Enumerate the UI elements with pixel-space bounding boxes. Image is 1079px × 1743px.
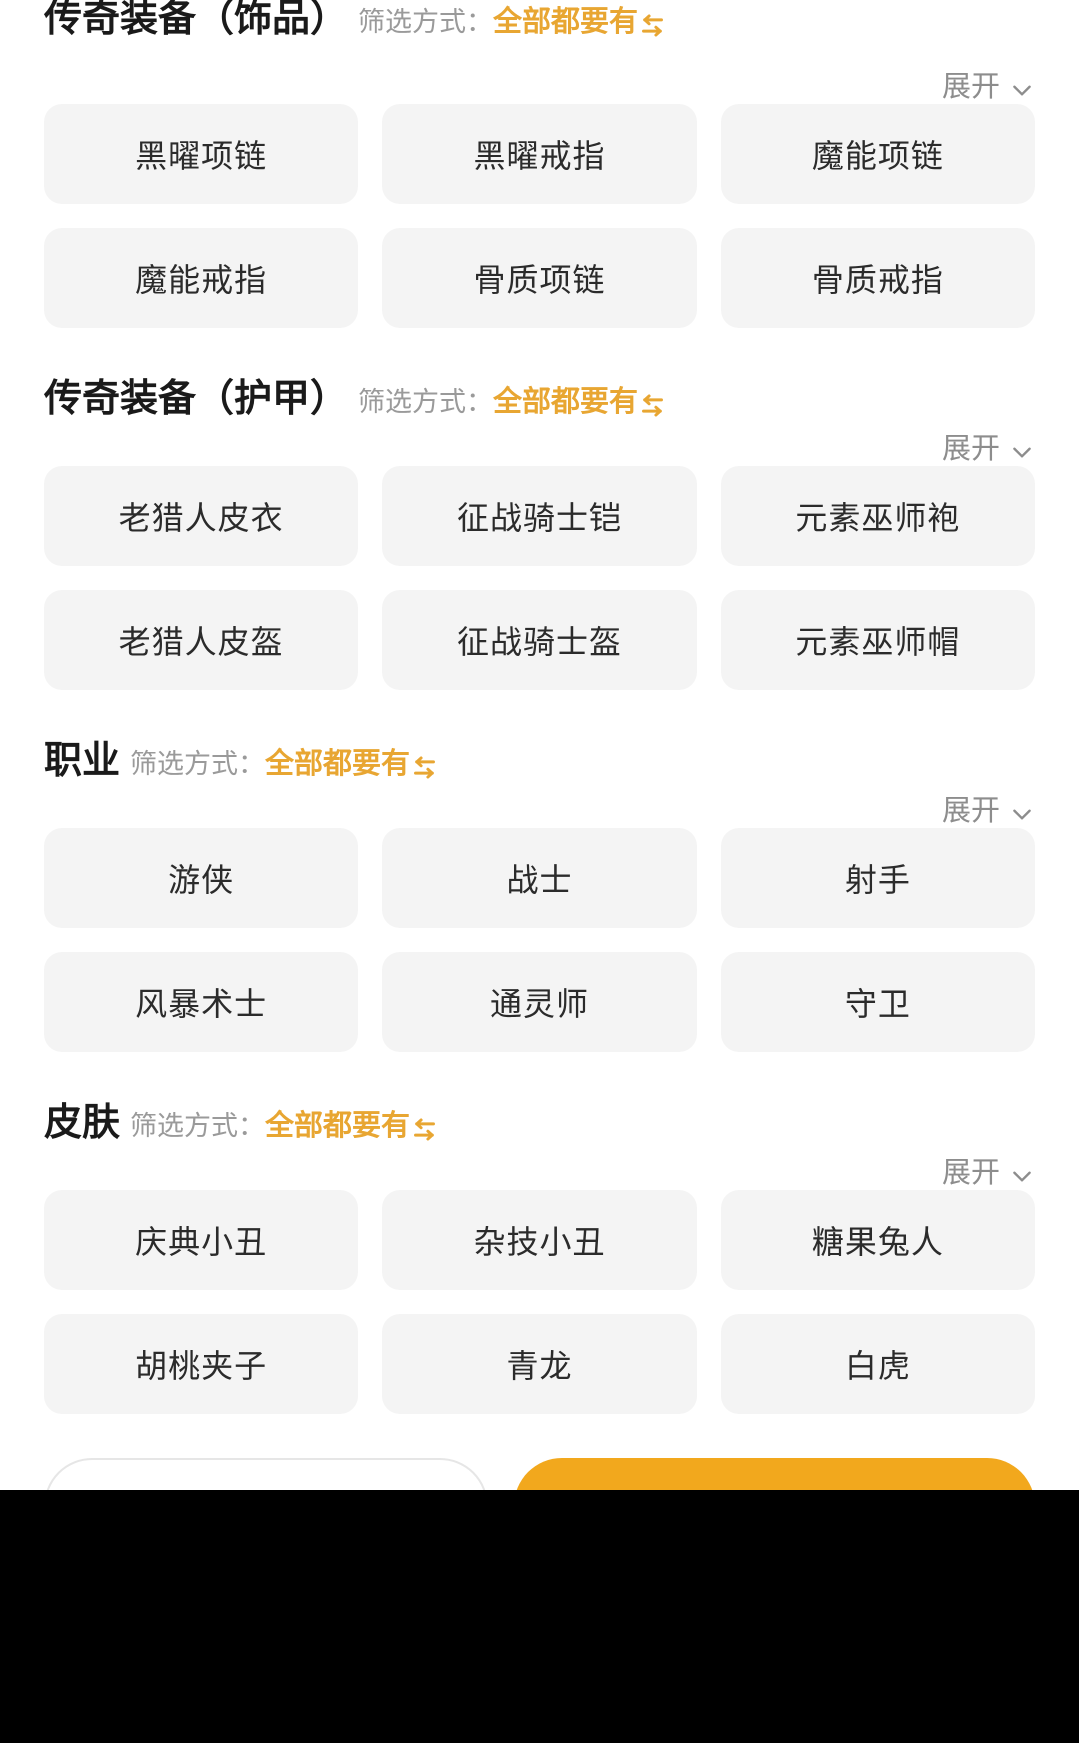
filter-chip[interactable]: 魔能项链 [720,104,1035,204]
filter-chip[interactable]: 元素巫师帽 [720,590,1035,690]
filter-scroll-area[interactable]: 传奇装备（饰品） 筛选方式： 全部都要有 展开 黑曜项链 黑曜戒指 魔能项链 魔… [0,0,1079,1600]
chevron-down-icon [1009,439,1035,465]
letterbox-bottom [0,1490,1079,1743]
filter-chip[interactable]: 青龙 [382,1314,697,1414]
chevron-down-icon [1009,1163,1035,1189]
expand-toggle[interactable]: 展开 [942,435,1035,464]
filter-mode-value[interactable]: 全部都要有 [493,8,666,37]
chevron-down-icon [1009,77,1035,103]
filter-section-skin: 皮肤 筛选方式： 全部都要有 展开 庆典小丑 杂技小丑 糖果兔人 胡桃夹子 青龙… [44,1104,1035,1414]
filter-chip[interactable]: 骨质戒指 [720,228,1035,328]
swap-arrows-icon [639,12,666,39]
section-header: 皮肤 筛选方式： 全部都要有 展开 [44,1104,1035,1190]
filter-chip[interactable]: 游侠 [44,828,359,928]
filter-mode-value-text: 全部都要有 [265,748,411,780]
expand-toggle-label: 展开 [941,795,1000,827]
filter-chip[interactable]: 黑曜戒指 [382,104,697,204]
filter-mode-value-text: 全部都要有 [265,1110,411,1142]
filter-chip[interactable]: 糖果兔人 [720,1190,1035,1290]
swap-arrows-icon [411,1116,438,1143]
filter-mode-label: 筛选方式： [358,387,494,417]
filter-chip[interactable]: 元素巫师袍 [720,466,1035,566]
filter-chip[interactable]: 庆典小丑 [44,1190,359,1290]
filter-mode-label: 筛选方式： [130,749,266,779]
filter-chip[interactable]: 杂技小丑 [382,1190,697,1290]
expand-toggle-label: 展开 [941,1157,1000,1189]
filter-chip[interactable]: 黑曜项链 [44,104,359,204]
section-title: 皮肤 [44,1102,121,1144]
chip-grid: 黑曜项链 黑曜戒指 魔能项链 魔能戒指 骨质项链 骨质戒指 [44,104,1035,328]
section-divider-spacer [44,328,1035,380]
filter-mode-label: 筛选方式： [130,1111,266,1141]
section-title: 传奇装备（饰品） [44,0,349,40]
filter-chip[interactable]: 征战骑士盔 [382,590,697,690]
expand-toggle-label: 展开 [941,71,1000,103]
filter-chip[interactable]: 老猎人皮盔 [44,590,359,690]
filter-chip[interactable]: 射手 [720,828,1035,928]
swap-arrows-icon [639,392,666,419]
chevron-down-icon [1009,801,1035,827]
filter-section-legendary-armor: 传奇装备（护甲） 筛选方式： 全部都要有 展开 老猎人皮衣 征战骑士铠 元素巫师… [44,380,1035,690]
filter-mode-value-text: 全部都要有 [493,6,639,38]
chip-grid: 庆典小丑 杂技小丑 糖果兔人 胡桃夹子 青龙 白虎 [44,1190,1035,1414]
section-header: 职业 筛选方式： 全部都要有 展开 [44,742,1035,828]
expand-toggle[interactable]: 展开 [942,1159,1035,1188]
filter-mode-value-text: 全部都要有 [493,386,639,418]
chip-grid: 老猎人皮衣 征战骑士铠 元素巫师袍 老猎人皮盔 征战骑士盔 元素巫师帽 [44,466,1035,690]
filter-section-legendary-accessory: 传奇装备（饰品） 筛选方式： 全部都要有 展开 黑曜项链 黑曜戒指 魔能项链 魔… [44,0,1035,328]
filter-chip[interactable]: 通灵师 [382,952,697,1052]
filter-section-profession: 职业 筛选方式： 全部都要有 展开 游侠 战士 射手 风暴术士 通灵师 守卫 [44,742,1035,1052]
filter-chip[interactable]: 胡桃夹子 [44,1314,359,1414]
swap-arrows-icon [411,754,438,781]
filter-mode-value[interactable]: 全部都要有 [493,388,666,417]
filter-chip[interactable]: 风暴术士 [44,952,359,1052]
section-title: 传奇装备（护甲） [44,378,349,420]
section-divider-spacer [44,1052,1035,1104]
filter-chip[interactable]: 战士 [382,828,697,928]
expand-toggle-label: 展开 [941,433,1000,465]
filter-chip[interactable]: 守卫 [720,952,1035,1052]
expand-toggle[interactable]: 展开 [942,73,1035,102]
section-divider-spacer [44,690,1035,742]
section-header: 传奇装备（护甲） 筛选方式： 全部都要有 展开 [44,380,1035,466]
expand-toggle[interactable]: 展开 [942,797,1035,826]
filter-screen: 传奇装备（饰品） 筛选方式： 全部都要有 展开 黑曜项链 黑曜戒指 魔能项链 魔… [0,0,1079,1743]
filter-chip[interactable]: 骨质项链 [382,228,697,328]
filter-chip[interactable]: 征战骑士铠 [382,466,697,566]
filter-chip[interactable]: 白虎 [720,1314,1035,1414]
filter-chip[interactable]: 魔能戒指 [44,228,359,328]
filter-mode-value[interactable]: 全部都要有 [265,750,438,779]
section-title: 职业 [44,740,121,782]
chip-grid: 游侠 战士 射手 风暴术士 通灵师 守卫 [44,828,1035,1052]
filter-mode-value[interactable]: 全部都要有 [265,1112,438,1141]
section-header: 传奇装备（饰品） 筛选方式： 全部都要有 展开 [44,0,1035,104]
filter-chip[interactable]: 老猎人皮衣 [44,466,359,566]
filter-mode-label: 筛选方式： [358,7,494,37]
